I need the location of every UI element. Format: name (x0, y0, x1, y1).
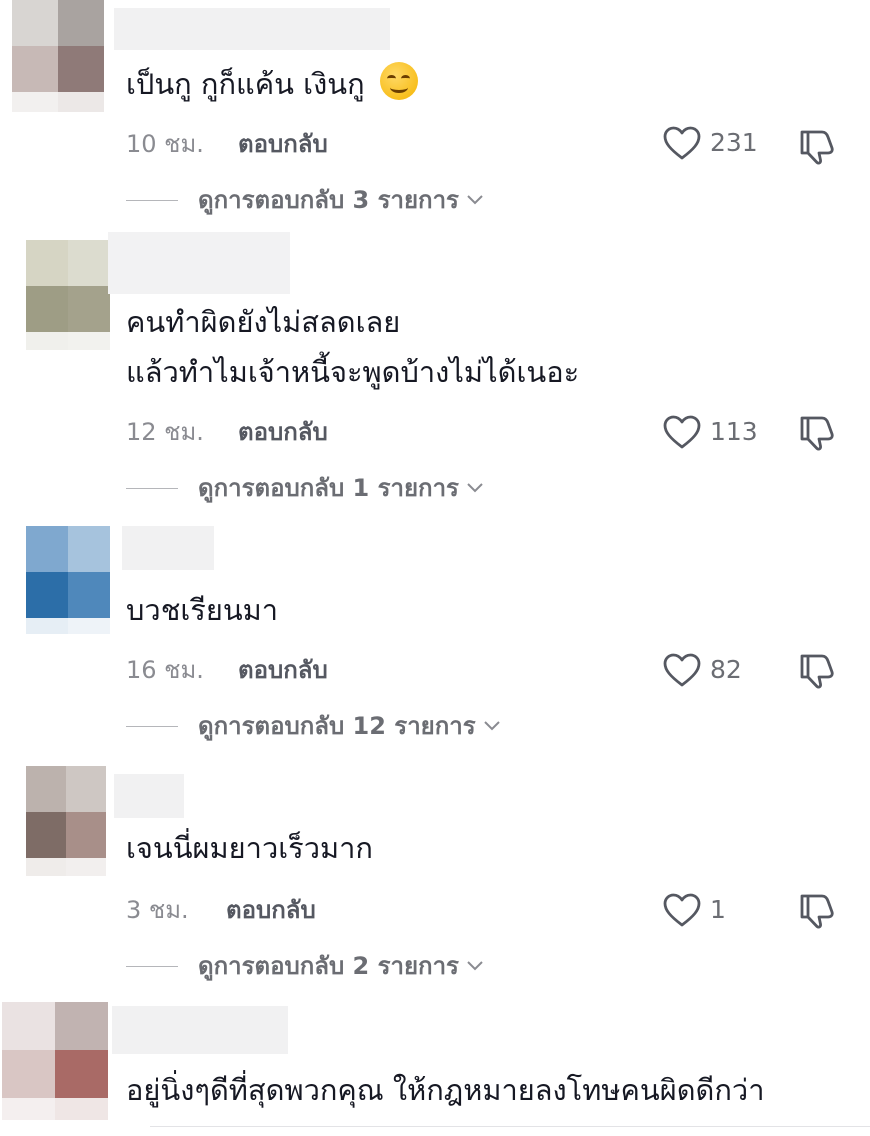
chevron-down-icon (483, 721, 500, 731)
view-replies-label: ดูการตอบกลับ 3 รายการ (198, 186, 459, 214)
heart-outline-icon (663, 893, 701, 927)
view-replies-toggle[interactable]: ดูการตอบกลับ 1 รายการ (126, 472, 485, 504)
avatar[interactable] (2, 1002, 108, 1120)
comment-item: เจนนี่ผมยาวเร็วมาก 3 ชม. ตอบกลับ 1 ดูการ… (0, 756, 870, 996)
divider-line (126, 487, 178, 489)
comment-item: คนทำผิดยังไม่สลดเลย แล้วทำไมเจ้าหนี้จะพู… (0, 232, 870, 514)
comment-text: อยู่นิ่งๆดีที่สุดพวกคุณ ให้กฎหมายลงโทษคน… (126, 1073, 765, 1107)
heart-outline-icon (663, 653, 701, 687)
comment-time: 3 ชม. (126, 896, 189, 924)
avatar[interactable] (12, 0, 104, 112)
username-blurred[interactable] (114, 774, 184, 818)
like-button[interactable]: 1 (662, 892, 726, 928)
comment-text-line-1: คนทำผิดยังไม่สลดเลย (126, 305, 401, 339)
comment-text: บวชเรียนมา (126, 593, 279, 627)
comment-time: 12 ชม. (126, 418, 204, 446)
comment-text-line-2: แล้วทำไมเจ้าหนี้จะพูดบ้างไม่ได้เนอะ (126, 355, 580, 389)
comment-text: เจนนี่ผมยาวเร็วมาก (126, 831, 373, 865)
avatar[interactable] (26, 526, 110, 634)
heart-outline-icon (663, 415, 701, 449)
comment-item: บวชเรียนมา 16 ชม. ตอบกลับ 82 ดูการตอบกลั… (0, 514, 870, 756)
thumbs-down-outline-icon[interactable] (796, 126, 836, 166)
avatar[interactable] (26, 240, 110, 350)
chevron-down-icon (467, 195, 483, 205)
view-replies-label: ดูการตอบกลับ 1 รายการ (198, 474, 459, 502)
username-blurred[interactable] (108, 232, 290, 294)
view-replies-toggle[interactable]: ดูการตอบกลับ 3 รายการ (126, 184, 485, 216)
username-blurred[interactable] (114, 8, 390, 50)
heart-outline-icon (663, 126, 701, 160)
like-count: 1 (710, 895, 726, 924)
divider-line (126, 199, 178, 201)
comment-time: 10 ชม. (126, 130, 204, 158)
thumbs-down-outline-icon[interactable] (796, 650, 836, 690)
view-replies-label: ดูการตอบกลับ 12 รายการ (198, 712, 476, 740)
avatar[interactable] (26, 766, 106, 876)
divider-line (126, 965, 178, 967)
chevron-down-icon (467, 961, 483, 971)
view-replies-label: ดูการตอบกลับ 2 รายการ (198, 952, 459, 980)
comment-text: เป็นกู กูก็แค้น เงินกู (126, 60, 850, 108)
divider-line (126, 725, 178, 727)
comment-item: อยู่นิ่งๆดีที่สุดพวกคุณ ให้กฎหมายลงโทษคน… (0, 996, 870, 1135)
reply-button[interactable]: ตอบกลับ (238, 128, 328, 160)
comment-time: 16 ชม. (126, 656, 204, 684)
view-replies-toggle[interactable]: ดูการตอบกลับ 2 รายการ (126, 950, 485, 982)
username-blurred[interactable] (122, 526, 214, 570)
view-replies-toggle[interactable]: ดูการตอบกลับ 12 รายการ (126, 710, 502, 742)
username-blurred[interactable] (112, 1006, 288, 1054)
like-count: 82 (710, 655, 742, 684)
like-button[interactable]: 113 (662, 414, 758, 450)
like-count: 113 (710, 417, 758, 446)
thumbs-down-outline-icon[interactable] (796, 412, 836, 452)
like-button[interactable]: 82 (662, 652, 742, 688)
reply-button[interactable]: ตอบกลับ (238, 654, 328, 686)
comment-item: เป็นกู กูก็แค้น เงินกู 10 ชม. ตอบกลับ 23… (0, 0, 870, 232)
reply-button[interactable]: ตอบกลับ (238, 416, 328, 448)
reply-button[interactable]: ตอบกลับ (226, 894, 316, 926)
like-button[interactable]: 231 (662, 125, 758, 161)
like-count: 231 (710, 128, 758, 157)
thumbs-down-outline-icon[interactable] (796, 890, 836, 930)
smirk-emoji-icon (379, 62, 418, 100)
chevron-down-icon (467, 483, 483, 493)
